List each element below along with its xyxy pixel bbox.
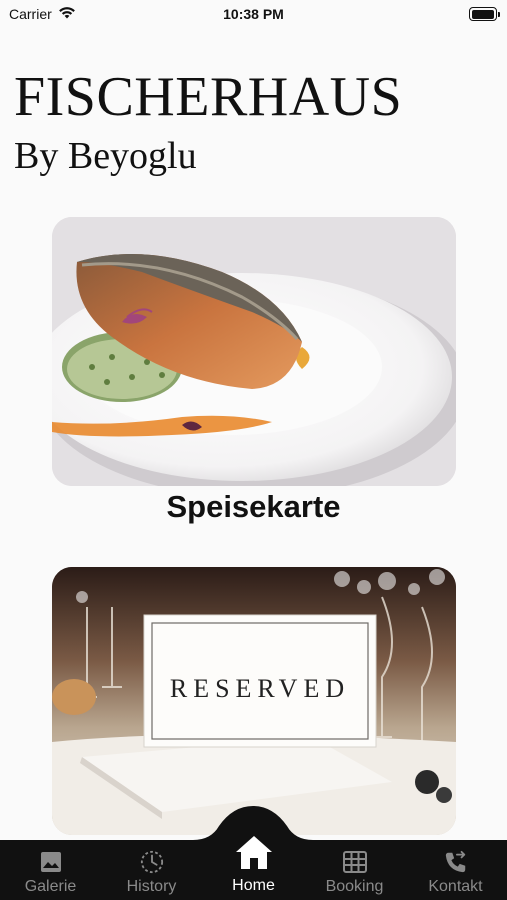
battery-fill (471, 9, 494, 19)
grid-icon (342, 850, 367, 874)
phone-forward-icon (444, 850, 468, 874)
brand-title: FISCHERHAUS (14, 66, 403, 128)
status-time: 10:38 PM (223, 6, 284, 22)
home-icon (234, 833, 274, 873)
tab-galerie[interactable]: Galerie (0, 840, 101, 900)
tab-kontakt-label: Kontakt (428, 878, 483, 895)
battery-icon (469, 7, 500, 21)
tab-galerie-label: Galerie (24, 878, 77, 895)
clock-icon (140, 850, 164, 874)
tab-booking-label: Booking (325, 878, 384, 895)
tab-kontakt[interactable]: Kontakt (405, 840, 506, 900)
salmon-dish-illustration (52, 217, 456, 486)
reserved-table-illustration: RESERVED (52, 567, 456, 835)
image-icon (39, 850, 63, 874)
tab-home[interactable]: Home (203, 836, 304, 900)
brand-subtitle: By Beyoglu (14, 135, 197, 177)
status-bar: Carrier 10:38 PM (0, 0, 507, 30)
tab-history[interactable]: History (101, 840, 202, 900)
reserved-sign-text: RESERVED (170, 674, 350, 703)
menu-card-image[interactable] (52, 217, 456, 486)
booking-card-image[interactable]: RESERVED (52, 567, 456, 835)
tab-home-label: Home (232, 877, 275, 894)
tab-booking[interactable]: Booking (304, 840, 405, 900)
tab-history-label: History (126, 878, 177, 895)
menu-card-label[interactable]: Speisekarte (0, 489, 507, 525)
